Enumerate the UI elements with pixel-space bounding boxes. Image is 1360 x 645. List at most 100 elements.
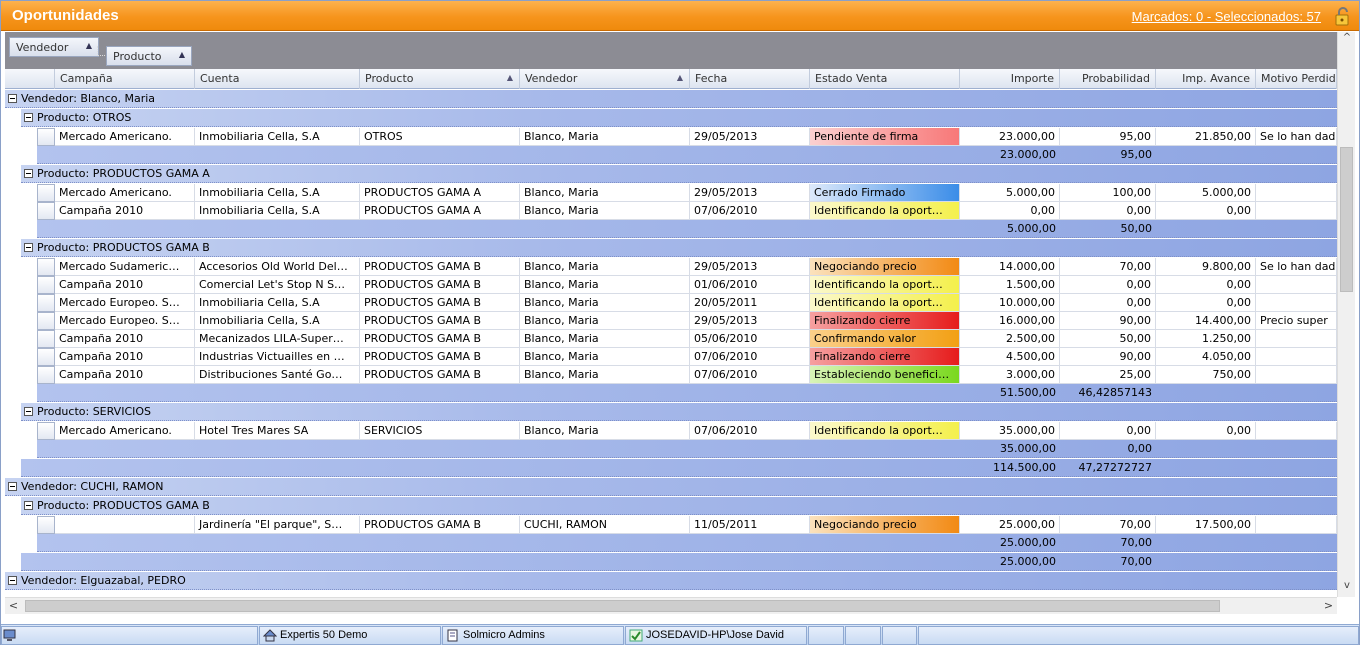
cell-avance[interactable]: 0,00	[1156, 422, 1256, 440]
row-selector[interactable]	[37, 422, 55, 440]
cell-producto[interactable]: PRODUCTOS GAMA A	[360, 202, 520, 220]
cell-vendedor[interactable]: Blanco, Maria	[520, 312, 690, 330]
cell-cuenta[interactable]: Inmobiliaria Cella, S.A	[195, 202, 360, 220]
cell-importe[interactable]: 0,00	[960, 202, 1060, 220]
collapse-icon[interactable]	[24, 169, 33, 178]
cell-fecha[interactable]: 29/05/2013	[690, 128, 810, 146]
cell-motivo[interactable]: Se lo han dad	[1256, 128, 1337, 146]
cell-motivo[interactable]	[1256, 422, 1337, 440]
cell-cuenta[interactable]: Mecanizados LILA-Super…	[195, 330, 360, 348]
scroll-down-arrow-icon[interactable]: v	[1338, 580, 1356, 597]
cell-campana[interactable]	[55, 516, 195, 534]
cell-vendedor[interactable]: Blanco, Maria	[520, 258, 690, 276]
column-header-campana[interactable]: Campaña	[55, 69, 195, 89]
cell-campana[interactable]: Campaña 2010	[55, 276, 195, 294]
cell-campana[interactable]: Campaña 2010	[55, 348, 195, 366]
cell-producto[interactable]: PRODUCTOS GAMA B	[360, 276, 520, 294]
cell-avance[interactable]: 0,00	[1156, 276, 1256, 294]
column-header-producto[interactable]: Producto ▲	[360, 69, 520, 89]
cell-producto[interactable]: PRODUCTOS GAMA A	[360, 184, 520, 202]
cell-cuenta[interactable]: Inmobiliaria Cella, S.A	[195, 184, 360, 202]
selection-counts-link[interactable]: Marcados: 0 - Seleccionados: 57	[1132, 9, 1321, 24]
cell-prob[interactable]: 95,00	[1060, 128, 1156, 146]
cell-importe[interactable]: 25.000,00	[960, 516, 1060, 534]
cell-estado[interactable]: Finalizando cierre	[810, 312, 960, 330]
cell-vendedor[interactable]: Blanco, Maria	[520, 184, 690, 202]
cell-campana[interactable]: Mercado Americano.	[55, 422, 195, 440]
cell-fecha[interactable]: 07/06/2010	[690, 348, 810, 366]
cell-producto[interactable]: SERVICIOS	[360, 422, 520, 440]
cell-estado[interactable]: Estableciendo benefici…	[810, 366, 960, 384]
cell-avance[interactable]: 21.850,00	[1156, 128, 1256, 146]
collapse-icon[interactable]	[8, 482, 17, 491]
cell-fecha[interactable]: 29/05/2013	[690, 184, 810, 202]
cell-producto[interactable]: PRODUCTOS GAMA B	[360, 294, 520, 312]
table-row[interactable]: Campaña 2010 Industrias Victuailles en … P…	[5, 348, 1337, 366]
table-row[interactable]: Mercado Americano. Inmobiliaria Cella, S.…	[5, 184, 1337, 202]
cell-cuenta[interactable]: Comercial Let's Stop N S…	[195, 276, 360, 294]
cell-vendedor[interactable]: Blanco, Maria	[520, 330, 690, 348]
cell-motivo[interactable]	[1256, 330, 1337, 348]
cell-vendedor[interactable]: Blanco, Maria	[520, 366, 690, 384]
header-row-selector[interactable]	[5, 69, 55, 89]
cell-producto[interactable]: PRODUCTOS GAMA B	[360, 312, 520, 330]
cell-campana[interactable]: Campaña 2010	[55, 202, 195, 220]
cell-producto[interactable]: PRODUCTOS GAMA B	[360, 348, 520, 366]
cell-avance[interactable]: 14.400,00	[1156, 312, 1256, 330]
cell-campana[interactable]: Mercado Sudameric…	[55, 258, 195, 276]
cell-avance[interactable]: 17.500,00	[1156, 516, 1256, 534]
cell-avance[interactable]: 750,00	[1156, 366, 1256, 384]
cell-producto[interactable]: PRODUCTOS GAMA B	[360, 516, 520, 534]
cell-cuenta[interactable]: Inmobiliaria Cella, S.A	[195, 312, 360, 330]
group-row-producto[interactable]: Producto: PRODUCTOS GAMA B	[21, 239, 1337, 257]
cell-fecha[interactable]: 07/06/2010	[690, 366, 810, 384]
cell-campana[interactable]: Mercado Americano.	[55, 128, 195, 146]
cell-cuenta[interactable]: Hotel Tres Mares SA	[195, 422, 360, 440]
cell-motivo[interactable]	[1256, 202, 1337, 220]
cell-prob[interactable]: 70,00	[1060, 516, 1156, 534]
group-row-vendedor[interactable]: Vendedor: CUCHI, RAMON	[5, 478, 1337, 496]
cell-importe[interactable]: 2.500,00	[960, 330, 1060, 348]
cell-estado[interactable]: Negociando precio	[810, 516, 960, 534]
cell-campana[interactable]: Mercado Europeo. S…	[55, 312, 195, 330]
cell-avance[interactable]: 4.050,00	[1156, 348, 1256, 366]
table-row[interactable]: Campaña 2010 Comercial Let's Stop N S… PRO…	[5, 276, 1337, 294]
cell-vendedor[interactable]: Blanco, Maria	[520, 294, 690, 312]
cell-vendedor[interactable]: Blanco, Maria	[520, 202, 690, 220]
table-row[interactable]: Mercado Europeo. S… Inmobiliaria Cella, S…	[5, 294, 1337, 312]
cell-prob[interactable]: 50,00	[1060, 330, 1156, 348]
group-row-producto[interactable]: Producto: OTROS	[21, 109, 1337, 127]
group-by-vendedor-button[interactable]: Vendedor ▲	[9, 37, 99, 57]
column-header-vendedor[interactable]: Vendedor ▲	[520, 69, 690, 89]
row-selector[interactable]	[37, 202, 55, 220]
lock-icon[interactable]	[1333, 6, 1353, 26]
cell-cuenta[interactable]: Inmobiliaria Cella, S.A	[195, 294, 360, 312]
cell-campana[interactable]: Mercado Americano.	[55, 184, 195, 202]
cell-vendedor[interactable]: Blanco, Maria	[520, 276, 690, 294]
cell-estado[interactable]: Identificando la oport…	[810, 294, 960, 312]
cell-estado[interactable]: Identificando la oport…	[810, 202, 960, 220]
cell-prob[interactable]: 0,00	[1060, 202, 1156, 220]
cell-motivo[interactable]	[1256, 276, 1337, 294]
table-row[interactable]: Campaña 2010 Distribuciones Santé Go… PROD…	[5, 366, 1337, 384]
cell-avance[interactable]: 9.800,00	[1156, 258, 1256, 276]
table-row[interactable]: Campaña 2010 Mecanizados LILA-Super… PRODU…	[5, 330, 1337, 348]
cell-estado[interactable]: Identificando la oport…	[810, 276, 960, 294]
cell-vendedor[interactable]: Blanco, Maria	[520, 422, 690, 440]
column-header-estado[interactable]: Estado Venta	[810, 69, 960, 89]
cell-fecha[interactable]: 05/06/2010	[690, 330, 810, 348]
cell-motivo[interactable]: Precio super	[1256, 312, 1337, 330]
row-selector[interactable]	[37, 276, 55, 294]
cell-importe[interactable]: 16.000,00	[960, 312, 1060, 330]
cell-fecha[interactable]: 29/05/2013	[690, 312, 810, 330]
cell-prob[interactable]: 90,00	[1060, 312, 1156, 330]
cell-campana[interactable]: Campaña 2010	[55, 330, 195, 348]
column-header-fecha[interactable]: Fecha	[690, 69, 810, 89]
cell-cuenta[interactable]: Distribuciones Santé Go…	[195, 366, 360, 384]
group-row-vendedor[interactable]: Vendedor: Elguazabal, PEDRO	[5, 572, 1337, 590]
row-selector[interactable]	[37, 516, 55, 534]
row-selector[interactable]	[37, 294, 55, 312]
cell-estado[interactable]: Confirmando valor	[810, 330, 960, 348]
cell-producto[interactable]: PRODUCTOS GAMA B	[360, 330, 520, 348]
vertical-scroll-thumb[interactable]	[1340, 147, 1353, 292]
